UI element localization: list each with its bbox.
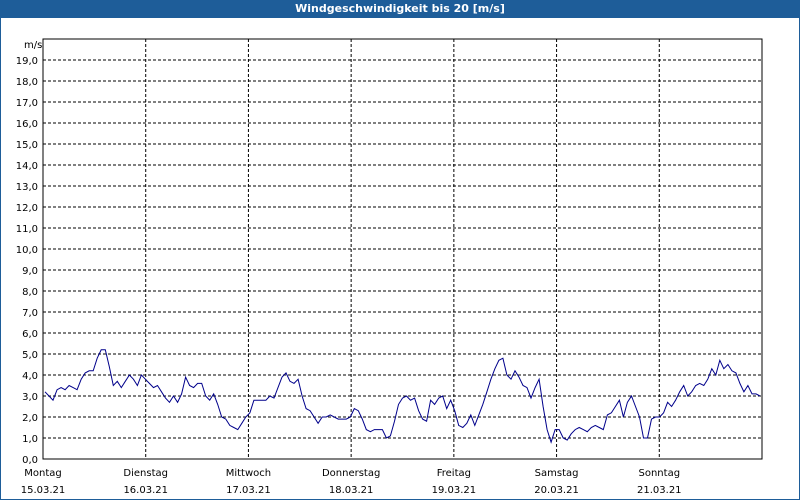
y-tick-label: 18,0 (16, 77, 38, 88)
x-tick-day-label: Montag (24, 468, 61, 479)
y-tick-label: 17,0 (16, 98, 38, 109)
series-group (44, 349, 761, 444)
y-tick-label: 14,0 (16, 161, 38, 172)
y-tick-label: 10,0 (16, 245, 38, 256)
wind-speed-series-line (44, 349, 761, 444)
x-tick-day-label: Mittwoch (226, 468, 271, 479)
y-tick-label: 3,0 (22, 392, 38, 403)
chart-grid (43, 39, 762, 459)
y-tick-label: 4,0 (22, 371, 38, 382)
x-tick-date-label: 17.03.21 (226, 485, 271, 496)
x-tick-date-label: 16.03.21 (123, 485, 168, 496)
x-tick-date-label: 19.03.21 (432, 485, 477, 496)
y-tick-label: 16,0 (16, 119, 38, 130)
x-tick-date-label: 18.03.21 (329, 485, 374, 496)
y-axis-ticks: 0,0 1,0 2,0 3,0 4,0 5,0 6,0 7,0 8,0 9,0 10,0 11,0 12… (16, 56, 38, 466)
y-tick-label: 8,0 (22, 287, 38, 298)
y-tick-label: 15,0 (16, 140, 38, 151)
y-tick-label: 7,0 (22, 308, 38, 319)
y-tick-label: 13,0 (16, 182, 38, 193)
y-tick-label: 6,0 (22, 329, 38, 340)
x-tick-day-label: Samstag (535, 468, 579, 479)
y-tick-label: 9,0 (22, 266, 38, 277)
y-tick-label: 12,0 (16, 203, 38, 214)
y-tick-label: 2,0 (22, 413, 38, 424)
x-tick-day-label: Donnerstag (322, 468, 380, 479)
y-axis-unit-label: m/s (24, 40, 42, 51)
y-tick-label: 5,0 (22, 350, 38, 361)
x-tick-date-label: 21.03.21 (637, 485, 682, 496)
y-tick-label: 11,0 (16, 224, 38, 235)
y-tick-label: 0,0 (22, 455, 38, 466)
y-tick-label: 1,0 (22, 434, 38, 445)
y-tick-label: 19,0 (16, 56, 38, 67)
x-tick-day-label: Freitag (437, 468, 471, 479)
x-tick-day-label: Dienstag (123, 468, 168, 479)
x-axis-ticks: Montag 15.03.21 Dienstag 16.03.21 Mittwoch 17… (21, 468, 682, 496)
x-tick-day-label: Sonntag (639, 468, 681, 479)
x-tick-date-label: 20.03.21 (534, 485, 579, 496)
x-tick-date-label: 15.03.21 (21, 485, 66, 496)
wind-speed-chart: m/s 0,0 1,0 2,0 3,0 4,0 5,0 6,0 7,0 8,0 9,0 10,0 11… (16, 38, 763, 496)
